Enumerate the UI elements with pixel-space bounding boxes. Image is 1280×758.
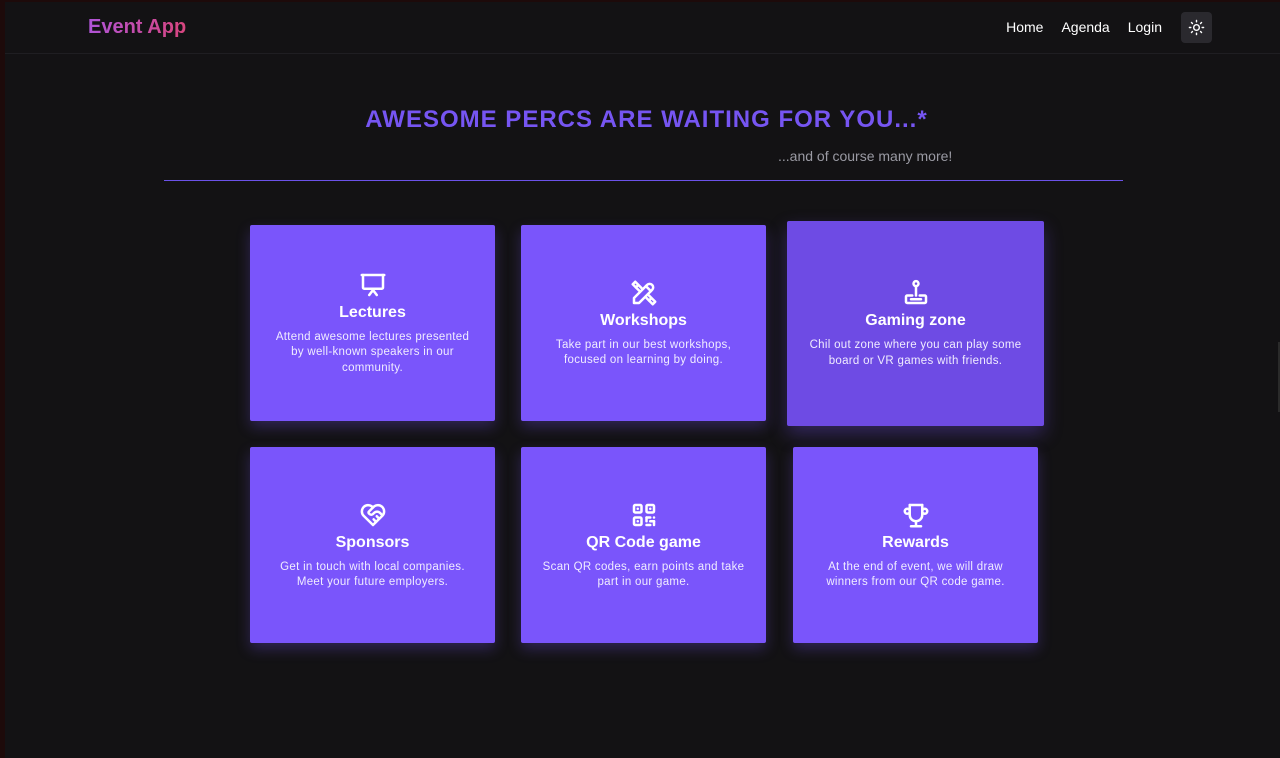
heart-handshake-icon <box>358 500 388 530</box>
qr-code-icon <box>629 500 659 530</box>
brand-logo[interactable]: Event App <box>88 16 186 39</box>
nav-link-agenda[interactable]: Agenda <box>1061 11 1109 43</box>
card-qr-code-game[interactable]: QR Code game Scan QR codes, earn points … <box>521 447 766 643</box>
card-title: Rewards <box>882 533 949 551</box>
section-divider <box>164 180 1123 181</box>
card-description: Get in touch with local companies. Meet … <box>280 560 465 589</box>
card-description: At the end of event, we will draw winner… <box>826 560 1005 589</box>
trophy-icon <box>901 500 931 530</box>
nav-links: Home Agenda Login <box>1006 11 1212 43</box>
card-description: Take part in our best workshops, focused… <box>555 338 732 367</box>
pencil-ruler-icon <box>629 278 659 308</box>
card-title: QR Code game <box>586 533 701 551</box>
card-description: Chil out zone where you can play some bo… <box>809 339 1022 367</box>
app-frame: Event App Home Agenda Login AWESOME PERC… <box>0 0 1280 758</box>
card-title: Lectures <box>339 303 406 321</box>
presentation-icon <box>358 270 388 300</box>
theme-toggle-button[interactable] <box>1181 11 1212 43</box>
card-gaming-zone[interactable]: Gaming zone Chil out zone where you can … <box>787 221 1044 426</box>
card-description: Attend awesome lectures presented by wel… <box>275 330 470 374</box>
card-title: Gaming zone <box>865 312 966 329</box>
nav-link-home[interactable]: Home <box>1006 11 1043 43</box>
card-title: Sponsors <box>335 533 410 551</box>
nav-link-login[interactable]: Login <box>1128 11 1162 43</box>
card-description: Scan QR codes, earn points and take part… <box>542 560 745 589</box>
card-sponsors[interactable]: Sponsors Get in touch with local compani… <box>250 447 495 643</box>
navbar: Event App Home Agenda Login <box>5 2 1280 54</box>
hero-title: AWESOME PERCS ARE WAITING FOR YOU...* <box>365 106 928 133</box>
card-workshops[interactable]: Workshops Take part in our best workshop… <box>521 225 766 421</box>
hero-subtitle: ...and of course many more! <box>778 148 953 164</box>
card-title: Workshops <box>600 311 687 329</box>
sun-icon <box>1188 19 1205 35</box>
joystick-icon <box>901 278 931 308</box>
card-rewards[interactable]: Rewards At the end of event, we will dra… <box>793 447 1038 643</box>
card-lectures[interactable]: Lectures Attend awesome lectures present… <box>250 225 495 421</box>
